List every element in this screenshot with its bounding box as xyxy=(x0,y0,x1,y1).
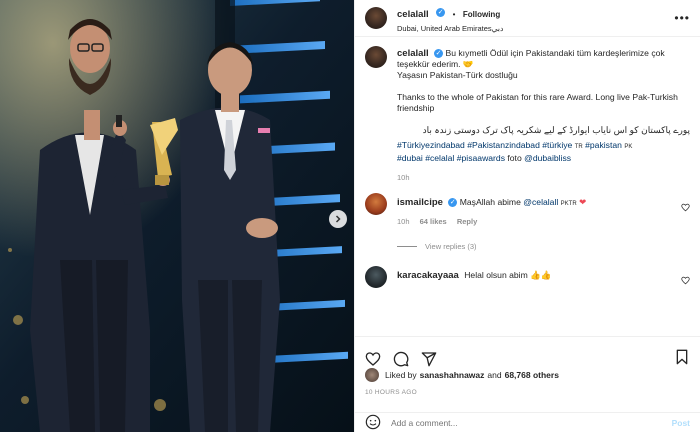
reply-button[interactable]: Reply xyxy=(457,217,477,226)
comment-likes[interactable]: 64 likes xyxy=(420,217,447,226)
comment-avatar[interactable] xyxy=(365,193,387,215)
comment-icon[interactable] xyxy=(393,351,409,367)
verified-icon: ✓ xyxy=(434,49,444,59)
post-photo[interactable] xyxy=(0,0,354,432)
comment-avatar[interactable] xyxy=(365,266,387,288)
caption-body: celalall ✓ Bu kıymetli Ödül için Pakista… xyxy=(397,44,690,183)
avatar[interactable] xyxy=(365,7,387,29)
comment-text: MaşAllah abime xyxy=(459,197,521,207)
view-replies-label: View replies (3) xyxy=(425,242,477,251)
likes-connector: and xyxy=(487,370,502,380)
caption-urdu: پورے پاکستان کو اس نایاب ایوارڈ کے لیے ش… xyxy=(422,125,690,135)
foto-label: foto xyxy=(507,153,522,163)
liker-username[interactable]: sanashahnawaz xyxy=(420,370,485,380)
mention[interactable]: @dubaibliss xyxy=(524,153,571,163)
following-button[interactable]: Following xyxy=(463,10,500,19)
hashtag[interactable]: #Pakistanzindabad xyxy=(467,140,540,150)
comment-mention[interactable]: @celalall xyxy=(523,197,558,207)
bookmark-icon[interactable] xyxy=(674,349,690,370)
comment-like-icon[interactable] xyxy=(681,272,690,290)
liker-avatar[interactable] xyxy=(365,368,379,382)
comment-like-icon[interactable] xyxy=(681,199,690,252)
comment-body: ismailcipe ✓ MaşAllah abime @celalall PK… xyxy=(397,193,681,252)
comment-meta: 10h 64 likes Reply xyxy=(397,216,681,227)
header-username[interactable]: celalall xyxy=(397,9,429,20)
caption-english: Thanks to the whole of Pakistan for this… xyxy=(397,92,678,113)
header-info: celalall ✓ • Following Dubai, United Ara… xyxy=(397,4,674,33)
comment-flags: PKTR xyxy=(560,201,577,207)
likes-prefix: Liked by xyxy=(385,370,417,380)
post-button[interactable]: Post xyxy=(672,418,690,428)
next-arrow-icon[interactable] xyxy=(329,210,347,228)
more-icon[interactable]: ••• xyxy=(674,11,690,25)
add-comment-bar: Post xyxy=(355,412,700,433)
comment: ismailcipe ✓ MaşAllah abime @celalall PK… xyxy=(355,193,700,252)
comments-area[interactable]: celalall ✓ Bu kıymetli Ödül için Pakista… xyxy=(355,44,700,334)
comment-time[interactable]: 10h xyxy=(397,217,410,226)
likes-row: Liked by sanashahnawaz and 68,768 others xyxy=(365,368,690,382)
comment-username[interactable]: ismailcipe xyxy=(397,197,443,208)
heart-icon[interactable] xyxy=(365,351,381,367)
caption-username[interactable]: celalall xyxy=(397,48,429,59)
view-replies[interactable]: View replies (3) xyxy=(397,241,681,252)
view-replies-line xyxy=(397,246,417,247)
heart-emoji: ❤ xyxy=(579,197,587,207)
action-bar xyxy=(355,336,700,371)
hashtag[interactable]: #dubai xyxy=(397,153,423,163)
likes-others[interactable]: 68,768 others xyxy=(505,370,559,380)
hashtag[interactable]: #türkiye xyxy=(542,140,572,150)
flag-tr: TR xyxy=(574,144,583,150)
comment-username[interactable]: karacakayaaa xyxy=(397,270,459,281)
header-location[interactable]: Dubai, United Arab Emiratesدبي xyxy=(397,24,674,33)
hashtag[interactable]: #pisaawards xyxy=(457,153,505,163)
header-dot: • xyxy=(452,9,456,19)
caption-avatar[interactable] xyxy=(365,46,387,68)
caption-time[interactable]: 10h xyxy=(397,172,690,183)
hashtag[interactable]: #pakistan xyxy=(585,140,622,150)
smile-icon[interactable] xyxy=(365,414,381,432)
comment-input[interactable] xyxy=(391,418,672,428)
share-icon[interactable] xyxy=(421,351,437,367)
post-header: celalall ✓ • Following Dubai, United Ara… xyxy=(355,0,700,37)
verified-icon: ✓ xyxy=(448,198,458,208)
hashtag[interactable]: #Türkiyezindabad xyxy=(397,140,465,150)
photo-illustration xyxy=(0,0,354,432)
comment: karacakayaaa Helal olsun abim 👍👍 xyxy=(355,266,700,290)
caption-line2: Yaşasın Pakistan-Türk dostluğu xyxy=(397,70,518,80)
caption: celalall ✓ Bu kıymetli Ödül için Pakista… xyxy=(355,44,700,183)
comment-text: Helal olsun abim 👍👍 xyxy=(464,270,552,280)
verified-icon: ✓ xyxy=(436,7,446,17)
flag-pk: PK xyxy=(624,144,633,150)
post-timestamp[interactable]: 10 HOURS AGO xyxy=(365,389,417,396)
hashtag[interactable]: #celalal xyxy=(425,153,454,163)
post-panel: celalall ✓ • Following Dubai, United Ara… xyxy=(354,0,700,432)
comment-body: karacakayaaa Helal olsun abim 👍👍 xyxy=(397,266,681,290)
